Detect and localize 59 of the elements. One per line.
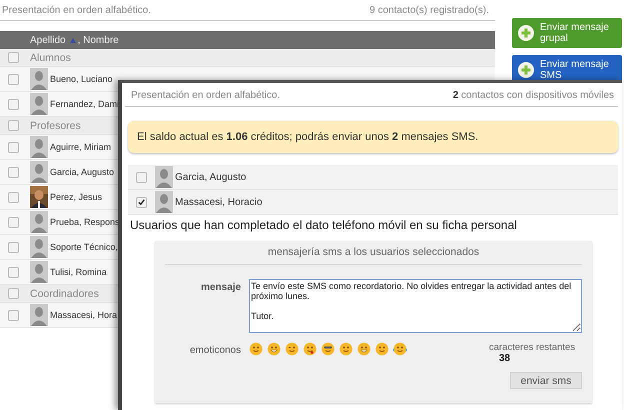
avatar-icon: [155, 191, 173, 213]
checkbox[interactable]: [8, 266, 19, 278]
message-label: mensaje: [200, 281, 242, 295]
checkbox[interactable]: [8, 192, 19, 202]
smiley-icon[interactable]: [393, 342, 407, 356]
group-label: Alumnos: [30, 52, 71, 64]
contact-name: Bueno, Luciano: [50, 74, 113, 84]
contact-name: Massacesi, Horacio: [175, 196, 262, 208]
contact-name: Aguirre, Miriam: [50, 142, 112, 152]
smiley-icon[interactable]: [357, 342, 371, 356]
contact-count: 9 contacto(s) registrado(s).: [370, 5, 489, 16]
plus-icon: [518, 62, 534, 78]
contact-name: Perez, Jesus: [50, 192, 102, 202]
send-button[interactable]: Enviar mensaje grupal: [512, 18, 622, 48]
checkbox[interactable]: [8, 166, 19, 178]
caption-text: Presentación en orden alfabético.: [2, 5, 151, 16]
checkbox[interactable]: [136, 196, 147, 208]
plus-icon: [518, 25, 534, 41]
caption-text: Presentación en orden alfabético.: [131, 90, 280, 100]
checkbox[interactable]: [8, 74, 19, 84]
checkbox[interactable]: [8, 242, 19, 252]
smiley-icon[interactable]: [375, 342, 389, 356]
contact-name: Garcia, Augusto: [175, 172, 246, 182]
balance-notice: El saldo actual es 1.06 créditos; podrás enviar unos 2 mensajes SMS.: [137, 131, 478, 143]
smiley-icon[interactable]: [285, 342, 299, 356]
contact-row[interactable]: Massacesi, Horacio: [128, 190, 618, 215]
emoticons-label: emoticonos: [188, 344, 242, 356]
smiley-icon[interactable]: [267, 342, 281, 356]
panel-title: mensajería sms a los usuarios seleccionados: [165, 241, 582, 265]
contact-name: Massacesi, Hora: [50, 310, 118, 320]
sort-arrow-icon[interactable]: [70, 38, 76, 42]
contact-count: 2 contactos con dispositivos móviles: [452, 90, 614, 100]
checkbox[interactable]: [8, 142, 19, 152]
checkbox[interactable]: [8, 288, 19, 299]
checkbox[interactable]: [136, 172, 147, 182]
group-label: Coordinadores: [30, 288, 99, 300]
smiley-icon[interactable]: [321, 342, 335, 356]
contact-row[interactable]: Garcia, Augusto: [128, 165, 618, 190]
avatar-icon: [155, 166, 173, 188]
contact-name: Soporte Técnico,: [50, 242, 118, 252]
group-row[interactable]: Alumnos: [0, 49, 495, 67]
smiley-icon[interactable]: [339, 342, 353, 356]
group-label: Profesores: [30, 120, 81, 132]
message-field[interactable]: Te envío este SMS como recordatorio. No olvides entregar la actividad antes del próximo lunes. Tutor.: [249, 279, 582, 333]
checkbox[interactable]: [8, 98, 19, 110]
contact-name: Tulisi, Romina: [50, 267, 107, 277]
column-header[interactable]: , Nombre: [78, 34, 119, 46]
contact-name: Garcia, Augusto: [50, 167, 114, 177]
checkbox[interactable]: [8, 216, 19, 228]
remaining-count: 38: [498, 353, 512, 364]
column-header[interactable]: Apellido: [30, 34, 66, 46]
checkbox[interactable]: [8, 120, 19, 131]
smiley-icon[interactable]: [303, 342, 317, 356]
remaining-label: caracteres restantes: [489, 342, 576, 353]
note-text: Usuarios que han completado el dato teléfono móvil en su ficha personal: [130, 218, 518, 232]
send-sms-button[interactable]: enviar sms: [510, 372, 582, 389]
smiley-icon[interactable]: [249, 342, 263, 356]
checkbox[interactable]: [8, 52, 19, 63]
checkbox[interactable]: [8, 310, 19, 320]
